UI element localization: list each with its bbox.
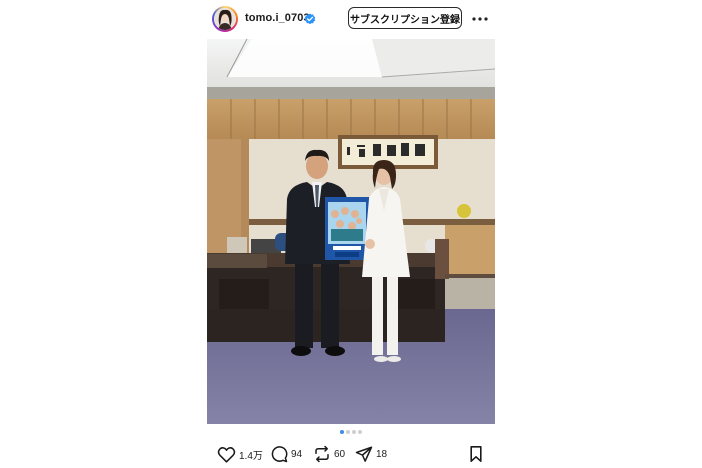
share-action[interactable]: 18 xyxy=(355,444,387,464)
username[interactable]: tomo.i_0703 xyxy=(245,12,310,24)
like-action[interactable]: 1.4万 xyxy=(217,444,263,464)
carousel-dot xyxy=(358,430,362,434)
heart-icon[interactable] xyxy=(217,446,236,463)
more-icon[interactable] xyxy=(470,12,490,24)
post-photo-illustration xyxy=(207,39,495,424)
repost-action[interactable]: 60 xyxy=(313,444,345,464)
comment-icon[interactable] xyxy=(270,445,288,463)
instagram-post: tomo.i_0703 サブスクリプション登録 1.4万 94 60 18 xyxy=(207,0,495,468)
post-header: tomo.i_0703 サブスクリプション登録 xyxy=(207,4,495,34)
like-count: 1.4万 xyxy=(239,450,263,462)
comment-action[interactable]: 94 xyxy=(270,444,302,464)
avatar[interactable] xyxy=(214,8,236,30)
comment-count: 94 xyxy=(291,448,303,460)
repost-count: 60 xyxy=(334,448,346,460)
carousel-dot-active xyxy=(340,430,344,434)
repost-icon[interactable] xyxy=(313,445,331,463)
post-photo[interactable] xyxy=(207,39,495,424)
share-count: 18 xyxy=(376,448,388,460)
carousel-dot xyxy=(352,430,356,434)
bookmark-icon[interactable] xyxy=(469,446,483,462)
carousel-indicator xyxy=(207,430,495,438)
avatar-story-ring[interactable] xyxy=(212,6,238,32)
carousel-dot xyxy=(346,430,350,434)
subscribe-button[interactable]: サブスクリプション登録 xyxy=(348,7,462,29)
post-action-bar: 1.4万 94 60 18 xyxy=(207,444,495,464)
verified-badge-icon xyxy=(304,12,316,25)
share-icon[interactable] xyxy=(355,445,373,463)
poster xyxy=(325,197,369,260)
